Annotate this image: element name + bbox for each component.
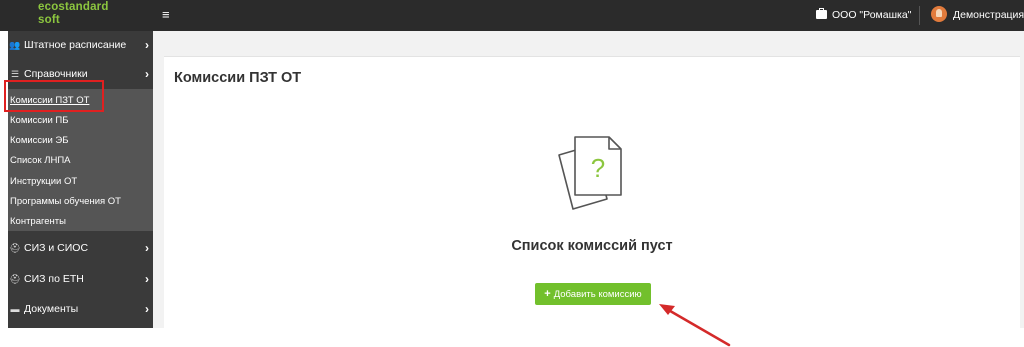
empty-state-message: Список комиссий пуст bbox=[511, 238, 673, 254]
logo-line-1: ecostandard bbox=[38, 1, 109, 13]
chevron-right-icon: › bbox=[145, 38, 149, 52]
sidebar-item-label: Документы bbox=[24, 303, 79, 315]
sidebar: 👥 Штатное расписание › ☰ Справочники › К… bbox=[8, 31, 153, 328]
submenu-item-commissions-pzt-ot[interactable]: Комиссии ПЗТ ОТ bbox=[10, 91, 89, 111]
submenu-item-commissions-eb[interactable]: Комиссии ЭБ bbox=[10, 131, 68, 151]
sidebar-submenu: Комиссии ПЗТ ОТ Комиссии ПБ Комиссии ЭБ … bbox=[8, 89, 153, 231]
page-title: Комиссии ПЗТ ОТ bbox=[174, 70, 302, 86]
sidebar-item-staffing[interactable]: 👥 Штатное расписание › bbox=[8, 31, 153, 60]
sidebar-item-references[interactable]: ☰ Справочники › bbox=[8, 60, 153, 89]
sidebar-item-documents[interactable]: ▬ Документы › bbox=[8, 295, 153, 324]
submenu-item-ot-instructions[interactable]: Инструкции ОТ bbox=[10, 172, 77, 192]
briefcase-icon bbox=[816, 7, 827, 19]
chevron-right-icon: › bbox=[145, 272, 149, 286]
list-icon: ☰ bbox=[10, 69, 20, 79]
top-bar: ecostandard soft ≡ ООО "Ромашка" Демонст… bbox=[0, 0, 1024, 31]
submenu-item-commissions-pb[interactable]: Комиссии ПБ bbox=[10, 111, 68, 131]
submenu-item-ot-training-programs[interactable]: Программы обучения ОТ bbox=[10, 192, 121, 212]
sidebar-item-label: Справочники bbox=[24, 68, 88, 80]
sidebar-item-label: Штатное расписание bbox=[24, 39, 127, 51]
logo-line-2: soft bbox=[38, 14, 60, 26]
helmet-icon: ⛑ bbox=[9, 274, 21, 284]
document-question-icon: ? bbox=[558, 136, 622, 210]
divider bbox=[919, 6, 920, 25]
users-icon: 👥 bbox=[9, 40, 21, 50]
chevron-right-icon: › bbox=[145, 67, 149, 81]
add-commission-label: Добавить комиссию bbox=[553, 289, 642, 300]
user-name: Демонстрация bbox=[953, 9, 1024, 21]
sidebar-item-siz-etn[interactable]: ⛑ СИЗ по ЕТН › bbox=[8, 265, 153, 294]
organization-selector[interactable]: ООО "Ромашка" bbox=[816, 0, 911, 31]
user-menu[interactable]: Демонстрация bbox=[931, 0, 1024, 31]
chevron-right-icon: › bbox=[145, 302, 149, 316]
sidebar-item-label: СИЗ по ЕТН bbox=[24, 273, 84, 285]
hamburger-icon[interactable]: ≡ bbox=[162, 7, 174, 23]
submenu-item-lnpa-list[interactable]: Список ЛНПА bbox=[10, 151, 71, 171]
svg-text:?: ? bbox=[591, 153, 605, 183]
submenu-item-contractors[interactable]: Контрагенты bbox=[10, 212, 66, 232]
plus-icon: + bbox=[544, 288, 551, 300]
app-logo[interactable]: ecostandard soft bbox=[38, 1, 109, 27]
avatar bbox=[931, 6, 947, 23]
add-commission-button[interactable]: + Добавить комиссию bbox=[535, 283, 651, 305]
folder-icon: ▬ bbox=[10, 304, 20, 314]
organization-name: ООО "Ромашка" bbox=[832, 9, 912, 21]
